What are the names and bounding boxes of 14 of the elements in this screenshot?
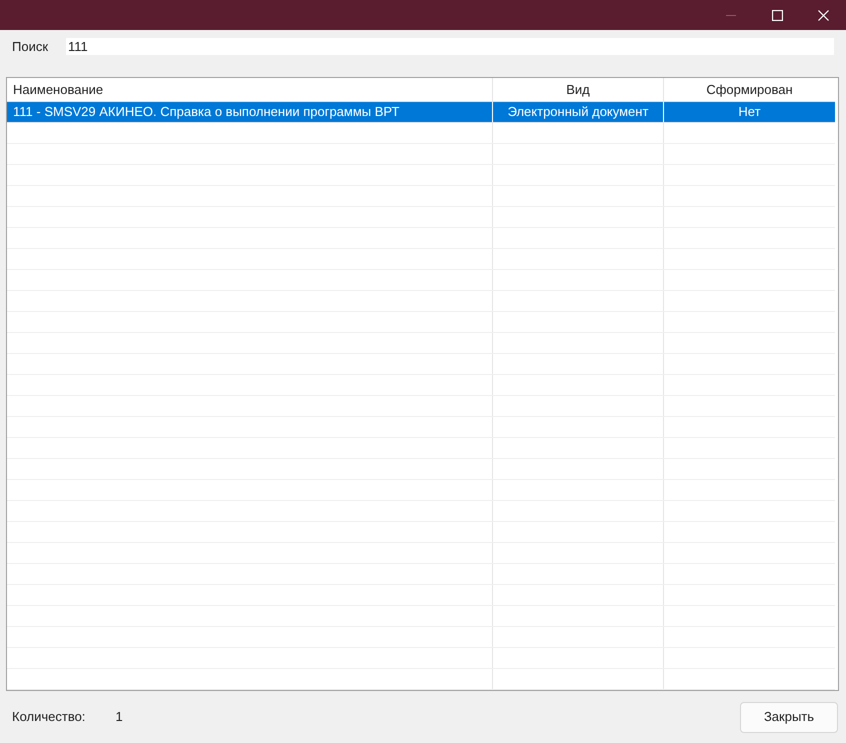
- count-value: 1: [115, 708, 123, 726]
- close-button[interactable]: Закрыть: [740, 702, 838, 732]
- close-icon[interactable]: [818, 10, 828, 20]
- table-cell: Нет: [663, 102, 835, 122]
- table-cell: Электронный документ: [492, 102, 663, 122]
- column-header[interactable]: Сформирован: [663, 78, 835, 101]
- maximize-icon[interactable]: [772, 10, 782, 20]
- search-field[interactable]: 111: [66, 38, 834, 55]
- search-label: Поиск: [12, 38, 48, 56]
- count-label: Количество:: [12, 708, 86, 726]
- column-header[interactable]: Наименование: [7, 78, 492, 101]
- table-cell-text: 111 - SMSV29 АКИНЕО. Справка о выполнении программы ВРТ: [12, 103, 400, 122]
- table-row[interactable]: 111 - SMSV29 АКИНЕО. Справка о выполнении программы ВРТ Электронный документ Нет: [7, 102, 835, 123]
- column-header[interactable]: Вид: [492, 78, 663, 101]
